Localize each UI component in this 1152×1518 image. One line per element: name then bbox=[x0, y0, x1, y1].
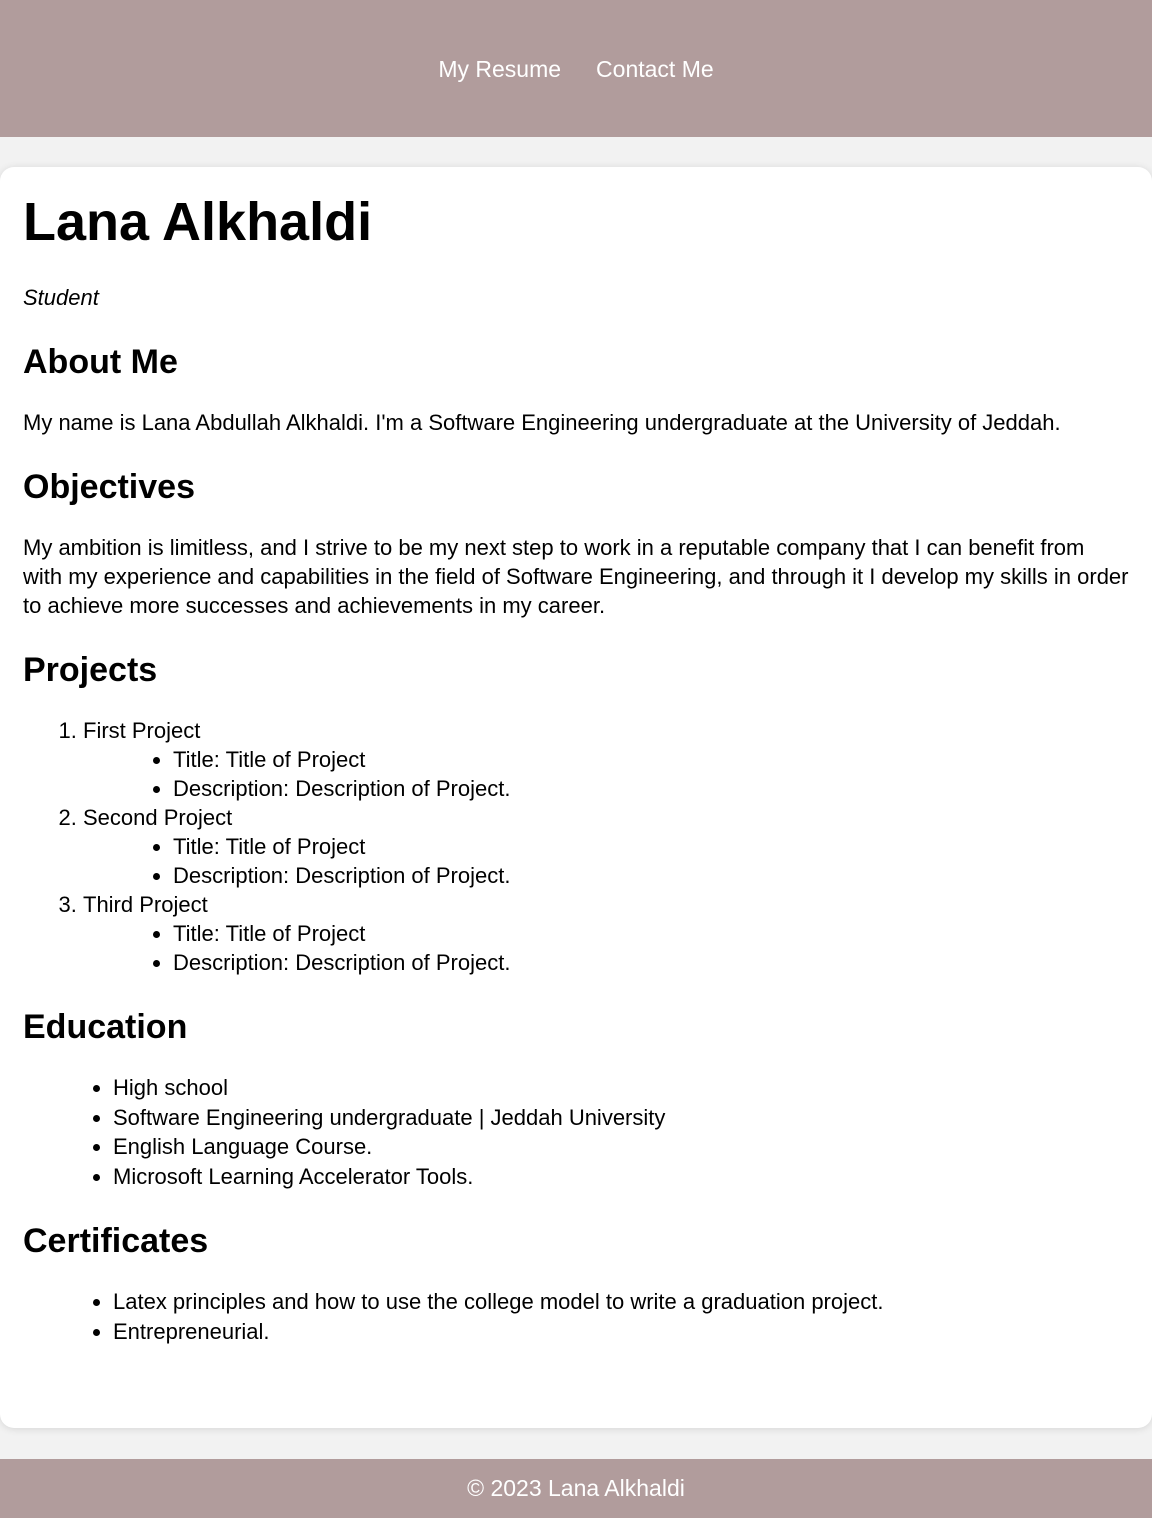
page-footer: © 2023 Lana Alkhaldi bbox=[0, 1459, 1152, 1518]
resume-card: Lana Alkhaldi Student About Me My name i… bbox=[0, 167, 1152, 1428]
about-heading: About Me bbox=[23, 343, 178, 381]
project-title: Title: Title of Project bbox=[173, 745, 1129, 774]
objectives-text: My ambition is limitless, and I strive t… bbox=[23, 535, 1129, 618]
project-details: Title: Title of Project Description: Des… bbox=[83, 919, 1129, 977]
education-item: Microsoft Learning Accelerator Tools. bbox=[113, 1162, 1129, 1192]
nav-link-contact-me[interactable]: Contact Me bbox=[596, 56, 714, 83]
project-item: First Project Title: Title of Project De… bbox=[83, 716, 1129, 803]
education-item: Software Engineering undergraduate | Jed… bbox=[113, 1103, 1129, 1133]
about-text: My name is Lana Abdullah Alkhaldi. I'm a… bbox=[23, 410, 1061, 435]
education-heading: Education bbox=[23, 1008, 188, 1046]
footer-copyright: © 2023 Lana Alkhaldi bbox=[467, 1475, 685, 1501]
project-name: Second Project bbox=[83, 805, 233, 830]
certificate-item: Entrepreneurial. bbox=[113, 1317, 1129, 1347]
profile-name: Lana Alkhaldi bbox=[23, 192, 373, 252]
project-name: First Project bbox=[83, 718, 201, 743]
education-item: High school bbox=[113, 1073, 1129, 1103]
nav-link-my-resume[interactable]: My Resume bbox=[438, 56, 561, 83]
projects-list: First Project Title: Title of Project De… bbox=[23, 716, 1129, 977]
certificate-item: Latex principles and how to use the coll… bbox=[113, 1287, 1129, 1317]
project-title: Title: Title of Project bbox=[173, 832, 1129, 861]
certificates-heading: Certificates bbox=[23, 1222, 209, 1260]
project-name: Third Project bbox=[83, 892, 208, 917]
education-list: High school Software Engineering undergr… bbox=[23, 1073, 1129, 1191]
objectives-heading: Objectives bbox=[23, 468, 195, 506]
profile-role: Student bbox=[23, 285, 99, 310]
project-item: Second Project Title: Title of Project D… bbox=[83, 803, 1129, 890]
education-item: English Language Course. bbox=[113, 1132, 1129, 1162]
top-navigation-bar: My Resume Contact Me bbox=[0, 0, 1152, 137]
nav-links: My Resume Contact Me bbox=[438, 56, 713, 83]
projects-heading: Projects bbox=[23, 651, 158, 689]
project-title: Title: Title of Project bbox=[173, 919, 1129, 948]
project-item: Third Project Title: Title of Project De… bbox=[83, 890, 1129, 977]
project-description: Description: Description of Project. bbox=[173, 861, 1129, 890]
certificates-list: Latex principles and how to use the coll… bbox=[23, 1287, 1129, 1346]
project-description: Description: Description of Project. bbox=[173, 948, 1129, 977]
project-details: Title: Title of Project Description: Des… bbox=[83, 745, 1129, 803]
project-description: Description: Description of Project. bbox=[173, 774, 1129, 803]
project-details: Title: Title of Project Description: Des… bbox=[83, 832, 1129, 890]
